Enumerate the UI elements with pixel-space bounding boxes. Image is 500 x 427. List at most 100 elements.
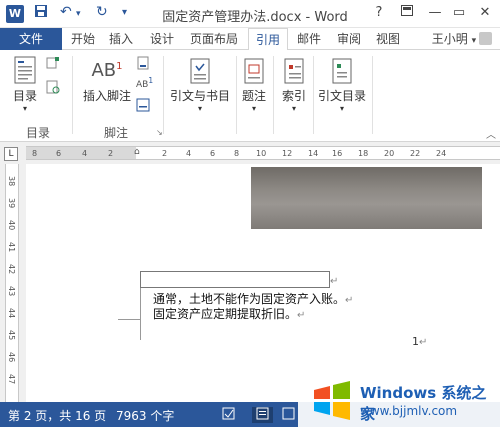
ruler-mark: 24 <box>436 149 447 158</box>
chevron-down-icon: ▾ <box>197 104 202 113</box>
footnote-separator-box[interactable] <box>140 271 330 288</box>
ruler-mark: 2 <box>162 149 168 158</box>
ruler-mark: 45 <box>7 330 16 341</box>
footnote-group-label: 脚注 <box>104 126 129 140</box>
tab-insert[interactable]: 插入 <box>104 28 138 50</box>
collapse-ribbon-icon[interactable]: ︿ <box>486 126 496 141</box>
chevron-down-icon: ▾ <box>251 104 256 113</box>
document-line-2[interactable]: 固定资产应定期提取折旧。↵ <box>153 305 305 322</box>
vertical-ruler[interactable]: 38 39 40 41 42 43 44 45 46 47 <box>5 164 19 402</box>
caption-label: 题注 <box>241 89 266 103</box>
chevron-down-icon: ▾ <box>471 36 479 46</box>
footnote-icon: AB1 <box>91 60 123 81</box>
paragraph-mark: ↵ <box>419 337 428 348</box>
ruler-mark: 10 <box>256 149 267 158</box>
ruler-mark: 20 <box>384 149 395 158</box>
tab-layout[interactable]: 页面布局 <box>186 28 242 50</box>
watermark-url: www.bjjmlv.com <box>360 404 458 418</box>
footnote-label: 插入脚注 <box>82 89 131 103</box>
page-number: 1↵ <box>412 335 427 348</box>
ruler-mark: 4 <box>82 149 88 158</box>
word-app-icon[interactable]: W <box>6 5 24 23</box>
toc-icon <box>14 56 36 84</box>
insert-footnote-button[interactable]: AB1 插入脚注 <box>80 60 134 104</box>
document-photo[interactable] <box>251 167 482 229</box>
index-label: 索引 <box>281 89 306 103</box>
paragraph-mark: ↵ <box>330 276 339 287</box>
add-text-icon[interactable] <box>46 56 60 70</box>
citation-label: 引文与书目 <box>169 89 230 103</box>
print-layout-icon[interactable] <box>252 407 273 423</box>
title-bar: W ↶ ▾ ↻ ▾ 固定资产管理办法.docx - Word ? — ▭ ✕ <box>0 0 500 28</box>
citation-icon <box>190 58 210 84</box>
ruler-mark: 8 <box>234 149 240 158</box>
customize-qa-icon[interactable]: ▾ <box>122 7 127 18</box>
ruler-mark: 47 <box>7 374 16 385</box>
user-avatar-icon <box>479 32 492 45</box>
chevron-down-icon: ▾ <box>339 104 344 113</box>
index-button[interactable]: 索引 ▾ <box>277 58 311 113</box>
indent-marker-icon[interactable]: ⌂ <box>134 147 140 159</box>
separator <box>163 56 164 134</box>
tab-selector[interactable]: L <box>4 147 18 161</box>
ruler-mark: 16 <box>332 149 343 158</box>
word-count[interactable]: 7963 个字 <box>116 407 174 424</box>
caption-button[interactable]: 题注 ▾ <box>238 58 270 113</box>
tab-review[interactable]: 审阅 <box>332 28 366 50</box>
proofing-icon[interactable] <box>222 407 235 423</box>
undo-icon[interactable]: ↶ <box>60 4 72 20</box>
chevron-down-icon: ▾ <box>291 104 296 113</box>
caption-icon <box>244 58 264 84</box>
ribbon-tabs: 文件 开始 插入 设计 页面布局 引用 邮件 审阅 视图 王小明 ▾ <box>0 28 500 51</box>
help-button[interactable]: ? <box>368 5 390 20</box>
ribbon-display-icon[interactable] <box>396 5 418 20</box>
horizontal-ruler-area: L 8 6 4 2 2 4 6 8 10 12 14 16 18 20 22 2… <box>0 142 500 164</box>
dialog-launcher-icon[interactable]: ↘ <box>156 128 163 137</box>
toa-label: 引文目录 <box>317 89 366 103</box>
toc-label: 目录 <box>12 89 37 103</box>
undo-dropdown-icon[interactable]: ▾ <box>76 9 81 19</box>
ruler-mark: 38 <box>7 176 16 187</box>
margin-marker <box>140 288 141 340</box>
citation-button[interactable]: 引文与书目 ▾ <box>168 58 232 113</box>
page-status[interactable]: 第 2 页，共 16 页 <box>8 407 106 424</box>
ruler-mark: 6 <box>56 149 62 158</box>
restore-button[interactable]: ▭ <box>448 5 470 20</box>
show-notes-icon[interactable] <box>136 98 150 112</box>
paragraph-mark: ↵ <box>345 295 354 306</box>
ribbon-panel: 目录 ▾ 目录 AB1 插入脚注 AB1 脚注 ↘ 引文与书目 ▾ 题注 ▾ 索… <box>0 50 500 142</box>
watermark: Windows 系统之家 www.bjjmlv.com <box>298 374 500 427</box>
tab-view[interactable]: 视图 <box>370 28 406 50</box>
save-icon[interactable] <box>34 4 48 22</box>
user-account[interactable]: 王小明 ▾ <box>432 28 492 50</box>
toc-button[interactable]: 目录 ▾ <box>8 56 42 113</box>
update-table-icon[interactable] <box>46 80 60 94</box>
ruler-mark: 4 <box>186 149 192 158</box>
ruler-mark: 2 <box>108 149 114 158</box>
ruler-mark: 44 <box>7 308 16 319</box>
window-title: 固定资产管理办法.docx - Word <box>162 10 348 25</box>
tab-file[interactable]: 文件 <box>0 28 62 50</box>
ruler-margin <box>26 147 136 159</box>
windows-logo-icon <box>314 381 350 420</box>
web-layout-icon[interactable] <box>282 407 295 423</box>
ruler-mark: 41 <box>7 242 16 253</box>
horizontal-ruler[interactable]: 8 6 4 2 2 4 6 8 10 12 14 16 18 20 22 24 … <box>26 146 500 160</box>
ruler-mark: 12 <box>282 149 293 158</box>
ruler-mark: 46 <box>7 352 16 363</box>
next-footnote-icon[interactable]: AB1 <box>136 76 154 90</box>
minimize-button[interactable]: — <box>424 5 446 20</box>
ruler-mark: 8 <box>32 149 38 158</box>
tab-home[interactable]: 开始 <box>66 28 100 50</box>
ruler-mark: 39 <box>7 198 16 209</box>
insert-endnote-icon[interactable] <box>136 56 150 70</box>
table-of-authorities-button[interactable]: 引文目录 ▾ <box>316 58 368 113</box>
close-button[interactable]: ✕ <box>474 5 496 20</box>
tab-references[interactable]: 引用 <box>248 28 288 51</box>
tab-design[interactable]: 设计 <box>144 28 180 50</box>
tab-mailings[interactable]: 邮件 <box>292 28 326 50</box>
line-2-text: 固定资产应定期提取折旧。 <box>153 307 298 321</box>
redo-icon[interactable]: ↻ <box>96 4 108 20</box>
separator <box>313 56 314 134</box>
margin-marker <box>118 319 140 320</box>
